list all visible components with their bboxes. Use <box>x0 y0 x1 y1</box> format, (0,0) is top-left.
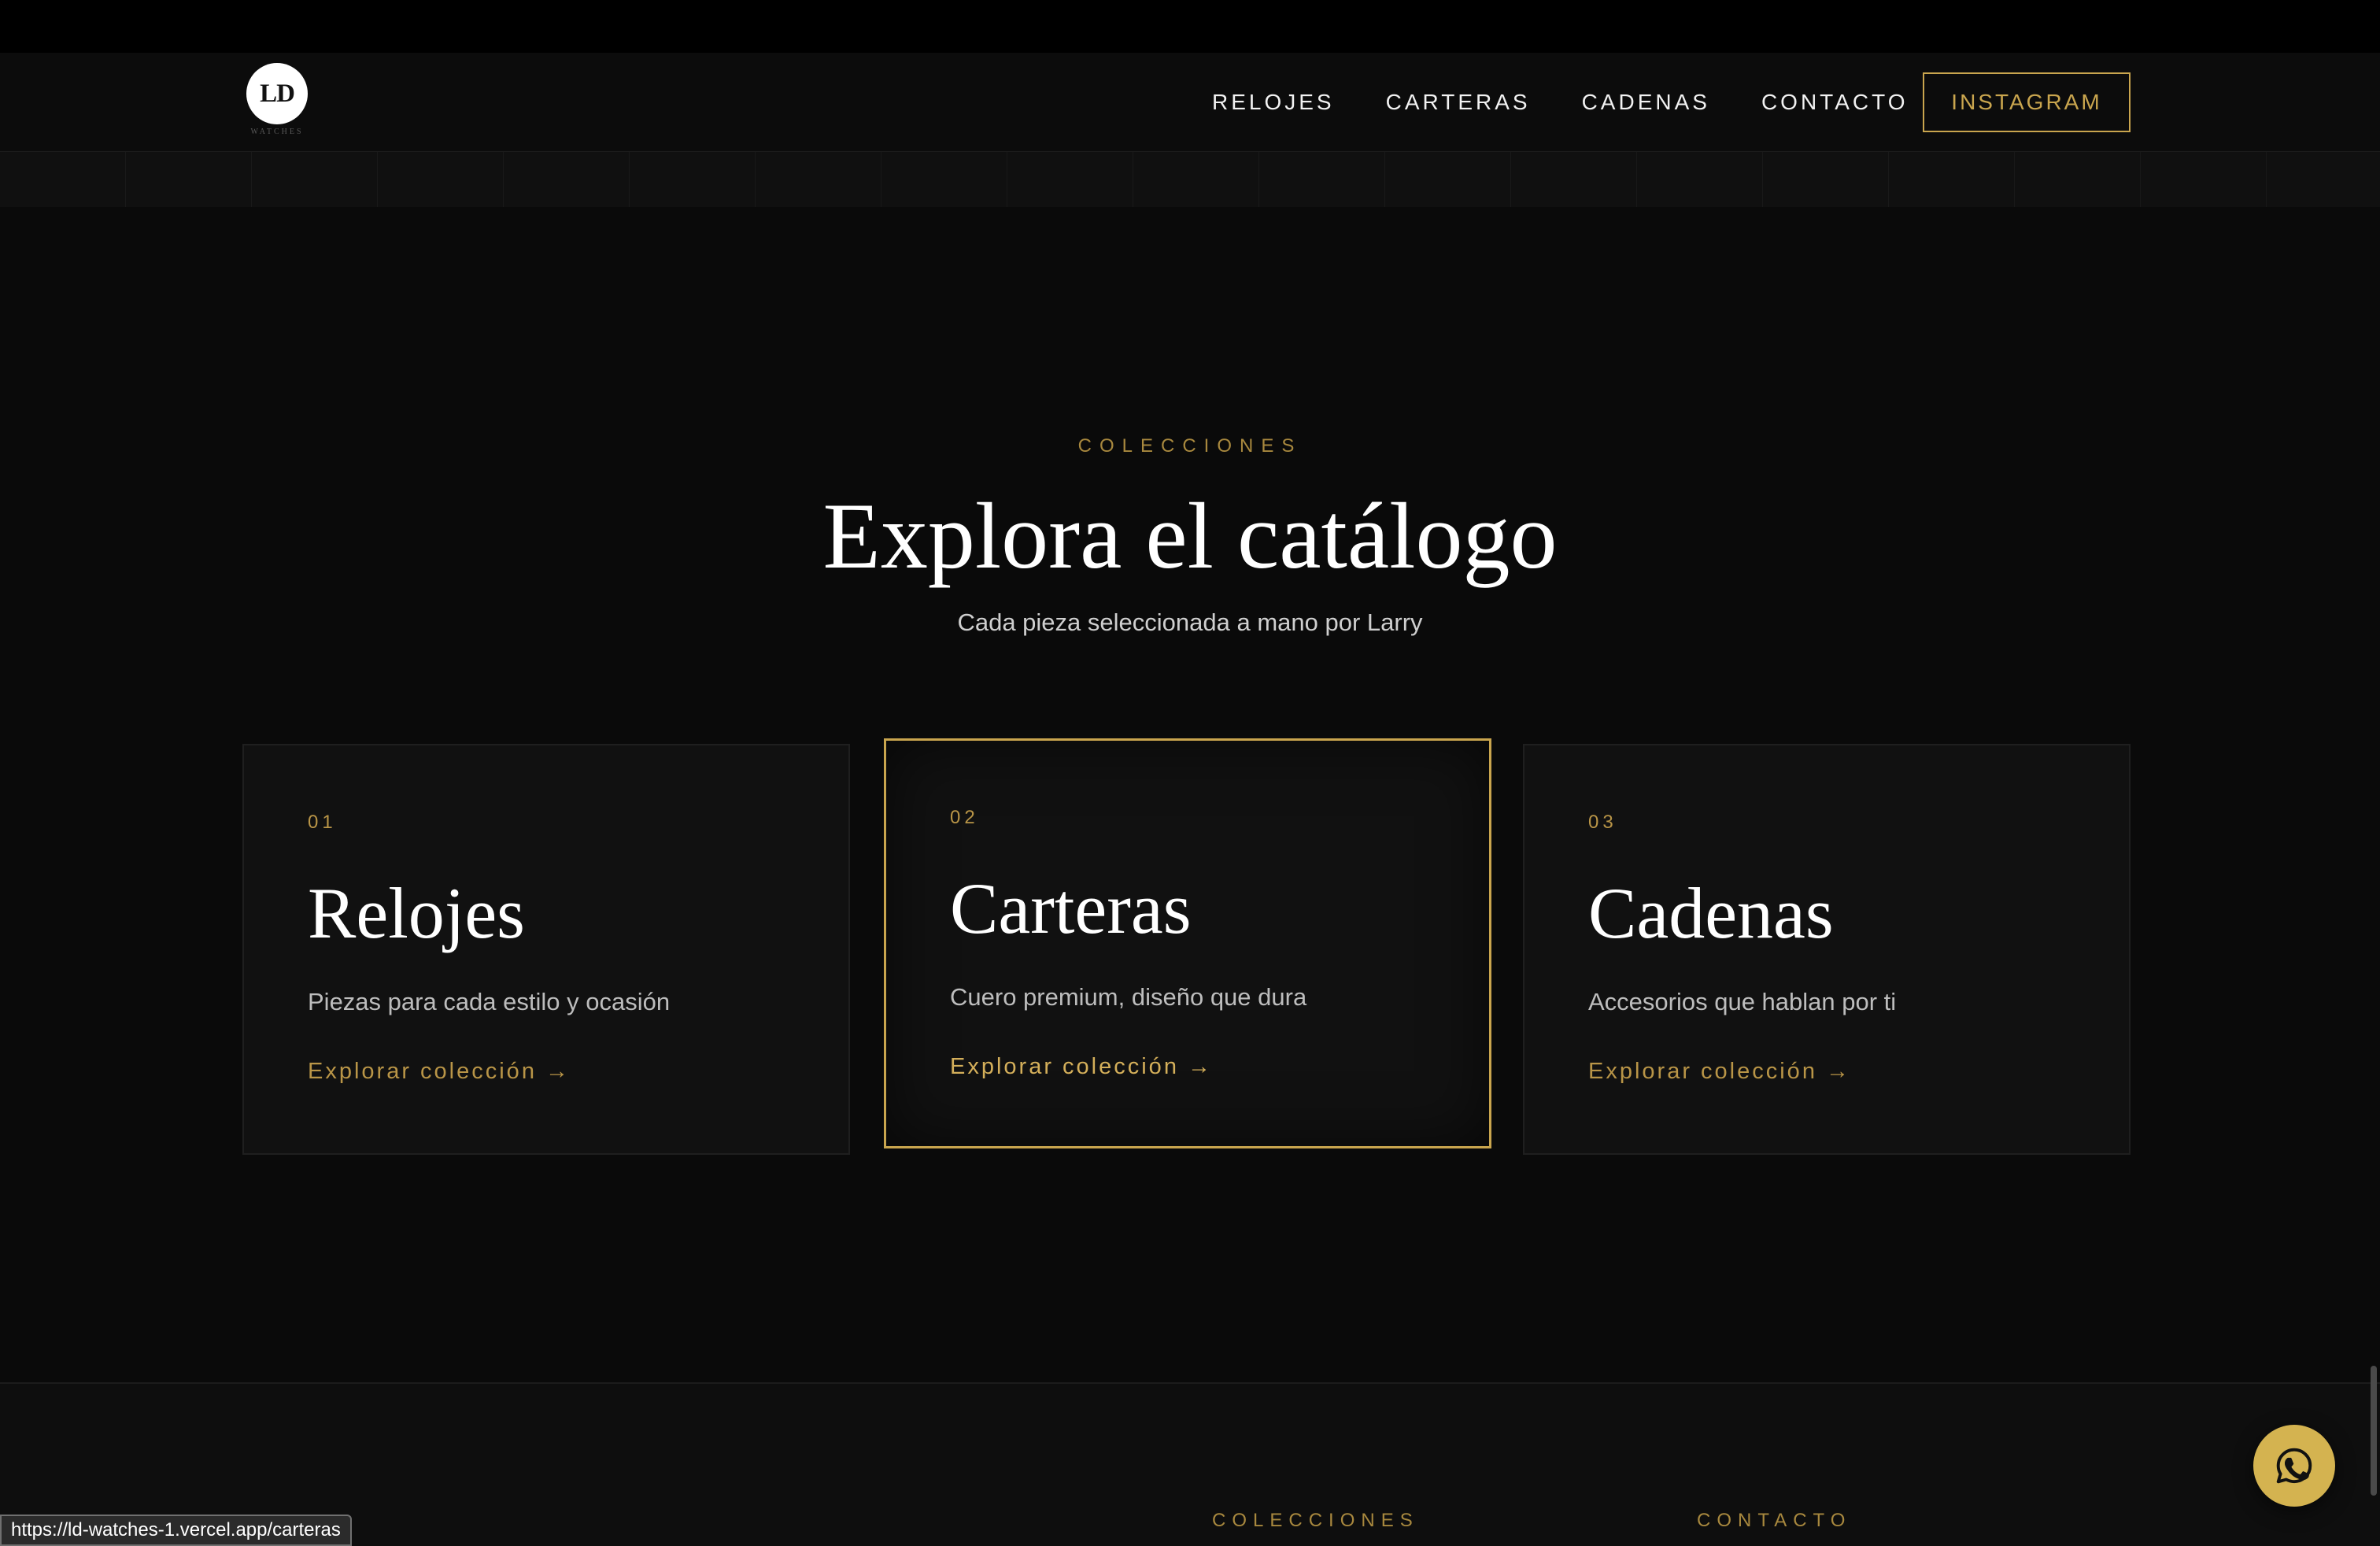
card-number: 03 <box>1588 812 1617 833</box>
decorative-tile-strip <box>0 152 2380 207</box>
navbar: LD WATCHES RELOJES CARTERAS CADENAS CONT… <box>0 53 2380 152</box>
status-bar-url: https://ld-watches-1.vercel.app/carteras <box>0 1515 352 1546</box>
section-eyebrow: COLECCIONES <box>1077 435 1303 457</box>
whatsapp-icon <box>2276 1448 2312 1484</box>
collection-card-carteras[interactable]: 02 Carteras Cuero premium, diseño que du… <box>884 738 1491 1148</box>
page: LD WATCHES RELOJES CARTERAS CADENAS CONT… <box>0 0 2380 1546</box>
card-description: Accesorios que hablan por ti <box>1588 988 1897 1015</box>
collection-card-relojes[interactable]: 01 Relojes Piezas para cada estilo y oca… <box>242 744 850 1155</box>
explore-collection-link[interactable]: Explorar colección → <box>1588 1059 1851 1085</box>
card-number: 02 <box>950 807 979 828</box>
explore-collection-link[interactable]: Explorar colección → <box>308 1059 571 1085</box>
footer-heading-contacto: CONTACTO <box>1697 1510 1852 1531</box>
nav-link-cadenas[interactable]: CADENAS <box>1582 90 1710 115</box>
explore-collection-link[interactable]: Explorar colección → <box>950 1054 1213 1080</box>
instagram-button[interactable]: INSTAGRAM <box>1923 72 2131 132</box>
section-subtitle: Cada pieza seleccionada a mano por Larry <box>957 608 1423 636</box>
nav-link-relojes[interactable]: RELOJES <box>1212 90 1335 115</box>
card-title: Relojes <box>308 873 525 953</box>
card-title: Carteras <box>950 868 1192 949</box>
logo[interactable]: LD <box>246 63 308 124</box>
footer <box>0 1382 2380 1546</box>
scrollbar[interactable] <box>2371 1366 2377 1496</box>
footer-heading-colecciones: COLECCIONES <box>1212 1510 1419 1531</box>
card-number: 01 <box>308 812 337 833</box>
nav-link-contacto[interactable]: CONTACTO <box>1761 90 1909 115</box>
section-title: Explora el catálogo <box>822 483 1558 588</box>
nav-links: RELOJES CARTERAS CADENAS CONTACTO <box>1212 90 1908 115</box>
whatsapp-button[interactable] <box>2253 1425 2335 1507</box>
nav-link-carteras[interactable]: CARTERAS <box>1386 90 1531 115</box>
collection-card-cadenas[interactable]: 03 Cadenas Accesorios que hablan por ti … <box>1523 744 2131 1155</box>
card-description: Piezas para cada estilo y ocasión <box>308 988 671 1015</box>
logo-mark: LD <box>260 79 295 108</box>
card-title: Cadenas <box>1588 873 1834 953</box>
logo-subtitle: WATCHES <box>250 128 304 136</box>
card-description: Cuero premium, diseño que dura <box>950 983 1307 1011</box>
browser-top-strip <box>0 0 2380 53</box>
